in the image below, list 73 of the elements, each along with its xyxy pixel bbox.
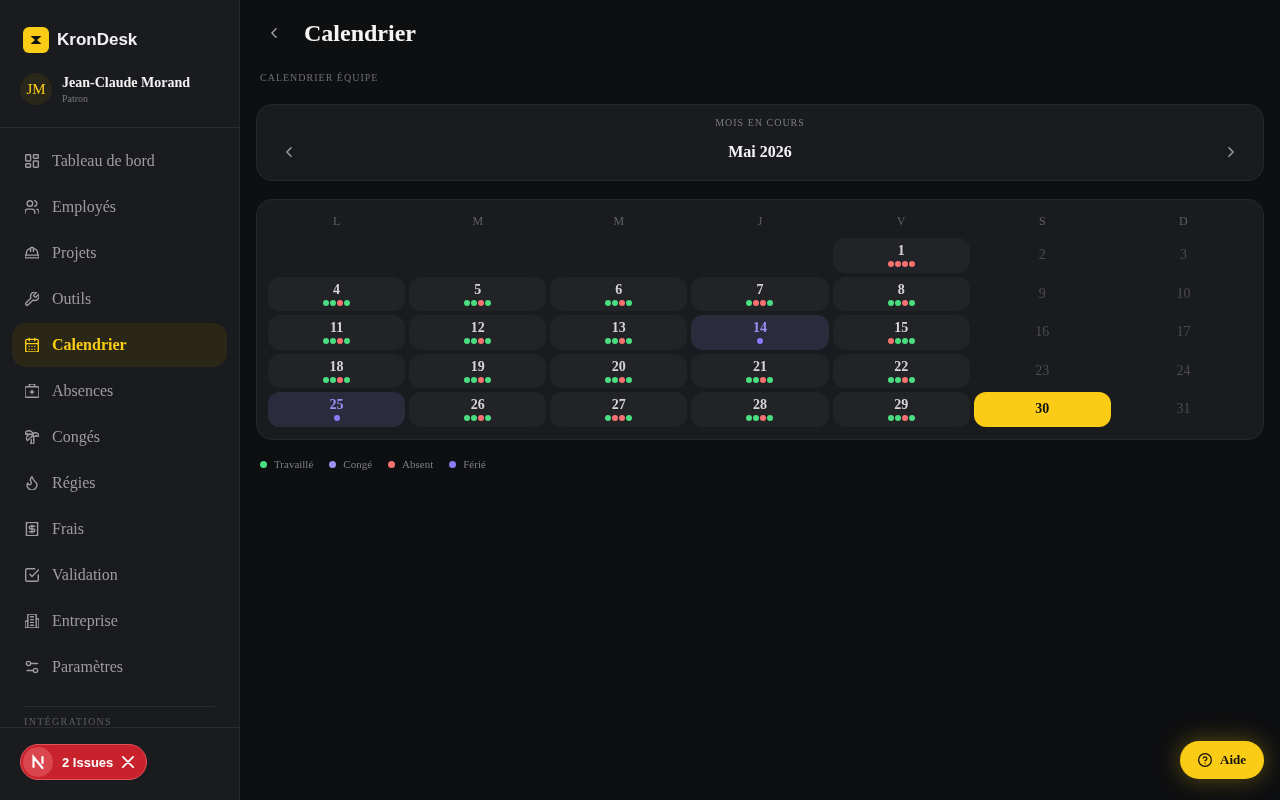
user-role: Patron bbox=[62, 91, 90, 105]
issues-link[interactable]: 2 Issues bbox=[62, 754, 114, 770]
day-cell[interactable]: 30 bbox=[973, 392, 1111, 427]
nav-item[interactable]: Tableau de bord bbox=[12, 139, 227, 183]
close-icon bbox=[122, 756, 135, 768]
day-cell[interactable]: 7 bbox=[691, 276, 829, 311]
nav-item[interactable]: Absences bbox=[12, 369, 227, 413]
day-cell[interactable]: 28 bbox=[691, 392, 829, 427]
day-cell[interactable]: 14 bbox=[691, 315, 829, 350]
receipt-icon bbox=[25, 522, 39, 536]
nav-item[interactable]: Projets bbox=[12, 231, 227, 275]
day-cell[interactable]: 21 bbox=[691, 353, 829, 388]
day-cell[interactable]: 4 bbox=[268, 276, 406, 311]
weekday-label: M bbox=[472, 213, 484, 230]
first-aid-kit-icon bbox=[25, 384, 39, 398]
nav-item[interactable]: Validation bbox=[12, 553, 227, 597]
hard-hat-icon bbox=[25, 246, 39, 260]
wrench-icon bbox=[25, 292, 39, 306]
day-cell[interactable]: 22 bbox=[832, 353, 970, 388]
close-button[interactable] bbox=[122, 756, 135, 768]
nav-item[interactable]: Congés bbox=[12, 415, 227, 459]
day-cell[interactable]: 19 bbox=[409, 353, 547, 388]
day-cell[interactable]: 26 bbox=[409, 392, 547, 427]
day-cell[interactable]: 13 bbox=[550, 315, 688, 350]
nav-item[interactable]: Paramètres bbox=[12, 645, 227, 689]
day-cell[interactable]: 25 bbox=[268, 392, 406, 427]
section-label: INTÉGRATIONS bbox=[24, 716, 112, 727]
legend-label: Absent bbox=[402, 457, 434, 471]
nav-item[interactable]: Entreprise bbox=[12, 599, 227, 643]
day-cell[interactable]: 29 bbox=[832, 392, 970, 427]
flame-icon bbox=[25, 476, 39, 490]
nav-item[interactable]: Régies bbox=[12, 461, 227, 505]
month-label: Mai 2026 bbox=[728, 143, 792, 161]
weekday-label: S bbox=[1038, 213, 1046, 230]
logo-icon bbox=[23, 747, 53, 777]
users-icon bbox=[25, 200, 39, 214]
day-cell[interactable]: 20 bbox=[550, 353, 688, 388]
weekday-label: M bbox=[613, 213, 625, 230]
avatar: JM bbox=[20, 73, 52, 105]
sliders-icon bbox=[25, 660, 39, 674]
day-cell[interactable]: 12 bbox=[409, 315, 547, 350]
help-icon bbox=[1198, 753, 1212, 767]
day-cell[interactable]: 1 bbox=[832, 238, 970, 273]
day-cell[interactable]: 15 bbox=[832, 315, 970, 350]
nav-item[interactable]: Employés bbox=[12, 185, 227, 229]
help-button[interactable]: Aide bbox=[1180, 741, 1264, 779]
day-cell[interactable]: 5 bbox=[409, 276, 547, 311]
month-caption: MOIS EN COURS bbox=[715, 117, 805, 129]
weekday-label: J bbox=[757, 213, 763, 230]
page-title: Calendrier bbox=[304, 19, 416, 47]
section-label: CALENDRIER ÉQUIPE bbox=[259, 72, 379, 84]
brand-name: KronDesk bbox=[57, 30, 138, 50]
day-cell[interactable]: 6 bbox=[550, 276, 688, 311]
palm-tree-icon bbox=[25, 430, 39, 444]
nav-item[interactable]: Outils bbox=[12, 277, 227, 321]
nav-item[interactable]: Calendrier bbox=[12, 323, 227, 367]
day-cell[interactable]: 27 bbox=[550, 392, 688, 427]
building-icon bbox=[25, 614, 39, 628]
day-cell[interactable]: 8 bbox=[832, 276, 970, 311]
day-cell[interactable]: 18 bbox=[268, 353, 406, 388]
calendar-icon bbox=[25, 338, 39, 352]
weekday-label: D bbox=[1179, 213, 1188, 230]
nav-item[interactable]: Frais bbox=[12, 507, 227, 551]
legend-label: Congé bbox=[343, 457, 373, 471]
weekday-label: L bbox=[332, 213, 341, 230]
user-name: Jean-Claude Morand bbox=[62, 73, 190, 91]
logo-icon bbox=[23, 27, 49, 53]
legend-label: Travaillé bbox=[274, 457, 314, 471]
checkbox-icon bbox=[25, 568, 39, 582]
weekday-label: V bbox=[896, 213, 906, 230]
dashboard-icon bbox=[25, 154, 39, 168]
legend-label: Férié bbox=[463, 457, 486, 471]
day-cell[interactable]: 11 bbox=[268, 315, 406, 350]
